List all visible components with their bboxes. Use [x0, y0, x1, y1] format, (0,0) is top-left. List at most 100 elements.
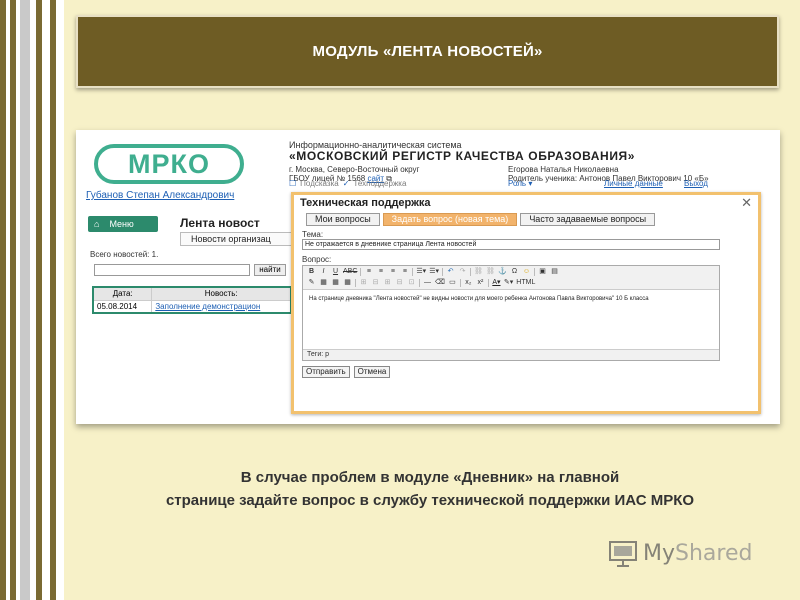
highlight-icon[interactable]: ✎▾	[504, 278, 513, 287]
logout-label: Выход	[684, 179, 708, 188]
logout-link[interactable]: Выход	[684, 179, 708, 188]
align-center-icon[interactable]: ≡	[376, 267, 385, 276]
row-props-icon[interactable]: ▦	[331, 278, 340, 287]
code-icon[interactable]: ▭	[448, 278, 457, 287]
html-source-icon[interactable]: HTML	[516, 278, 535, 287]
merge-cells-icon[interactable]: ⊡	[407, 278, 416, 287]
dialog-buttons: Отправить Отмена	[302, 366, 391, 378]
tab-faq[interactable]: Часто задаваемые вопросы	[520, 213, 656, 226]
redo-icon[interactable]: ↷	[458, 267, 467, 276]
caption-line: В случае проблем в модуле «Дневник» на г…	[240, 469, 620, 486]
role-label: Роль	[508, 179, 527, 188]
total-news-count: Всего новостей: 1.	[90, 250, 159, 259]
strikethrough-icon[interactable]: ABC	[343, 267, 357, 276]
news-search-input[interactable]	[94, 264, 250, 276]
edit-icon[interactable]: ✎	[307, 278, 316, 287]
delete-row-icon[interactable]: ⊟	[371, 278, 380, 287]
question-editor[interactable]: B I U ABC ≡ ≡ ≡ ≡ ☰▾ ☰▾ ↶ ↷ ⛓ ⛓ ⚓ Ω ☺ ▣ …	[302, 265, 720, 361]
subscript-icon[interactable]: x₂	[464, 278, 473, 287]
watermark-shared: Shared	[675, 540, 753, 566]
link-icon[interactable]: ⛓	[474, 267, 483, 276]
table-icon[interactable]: ▦	[319, 278, 328, 287]
question-label: Вопрос:	[302, 255, 332, 264]
menu-button[interactable]: ⌂ Меню	[88, 216, 158, 232]
support-link[interactable]: Техподдержка	[353, 179, 406, 188]
toolbar-divider	[442, 267, 443, 276]
toolbar-divider	[412, 267, 414, 276]
align-justify-icon[interactable]: ≡	[400, 267, 409, 276]
page-title: Лента новост	[180, 216, 260, 230]
menu-label: Меню	[109, 219, 134, 229]
bullet-list-icon[interactable]: ☰▾	[416, 267, 426, 276]
numbered-list-icon[interactable]: ☰▾	[429, 267, 439, 276]
unlink-icon[interactable]: ⛓	[486, 267, 495, 276]
news-table: Дата: Новость: 05.08.2014 Заполнение дем…	[92, 286, 292, 314]
toolbar-divider	[487, 278, 489, 287]
editor-toolbar: B I U ABC ≡ ≡ ≡ ≡ ☰▾ ☰▾ ↶ ↷ ⛓ ⛓ ⚓ Ω ☺ ▣ …	[303, 266, 719, 290]
align-left-icon[interactable]: ≡	[364, 267, 373, 276]
support-dialog: Техническая поддержка ✕ Мои вопросы Зада…	[291, 192, 761, 414]
help-icon: ☐	[289, 179, 297, 188]
media-icon[interactable]: ▤	[550, 267, 559, 276]
insert-row-icon[interactable]: ⊞	[359, 278, 368, 287]
watermark-text: MyShared	[643, 541, 752, 566]
home-icon: ⌂	[94, 219, 100, 229]
submit-button[interactable]: Отправить	[302, 366, 350, 378]
question-text: На странице дневника "Лента новостей" не…	[309, 296, 649, 302]
help-links: ☐ Подсказка ✓ Техподдержка	[289, 179, 406, 188]
toolbar-divider	[470, 267, 471, 276]
special-char-icon[interactable]: Ω	[510, 267, 519, 276]
location-text: г. Москва, Северо-Восточный округ	[289, 165, 420, 174]
close-icon[interactable]: ✕	[741, 195, 752, 211]
app-screenshot: МРКО Информационно-аналитическая система…	[76, 130, 780, 424]
table-header-row: Дата: Новость:	[92, 286, 292, 301]
help-link[interactable]: Подсказка	[300, 179, 339, 188]
logo-text: МРКО	[128, 148, 210, 179]
toolbar-divider	[360, 267, 362, 276]
align-right-icon[interactable]: ≡	[388, 267, 397, 276]
bold-icon[interactable]: B	[307, 267, 316, 276]
slide-caption: В случае проблем в модуле «Дневник» на г…	[100, 466, 760, 512]
dialog-tabs: Мои вопросы Задать вопрос (новая тема) Ч…	[306, 213, 656, 226]
role-select[interactable]: Роль ▾	[508, 179, 532, 188]
row-news-link[interactable]: Заполнение демонстрацион	[151, 299, 292, 314]
toolbar-divider	[534, 267, 535, 276]
tab-my-questions[interactable]: Мои вопросы	[306, 213, 380, 226]
toolbar-divider	[459, 278, 461, 287]
insert-col-icon[interactable]: ⊞	[383, 278, 392, 287]
table-row[interactable]: 05.08.2014 Заполнение демонстрацион	[92, 299, 292, 314]
find-button[interactable]: найти	[254, 264, 286, 276]
mrko-logo[interactable]: МРКО	[94, 144, 244, 184]
toolbar-divider	[419, 278, 420, 287]
column-date: Дата:	[92, 286, 153, 301]
image-icon[interactable]: ▣	[538, 267, 547, 276]
toolbar-row: ✎ ▦ ▦ ▦ ⊞ ⊟ ⊞ ⊟ ⊡ — ⌫ ▭ x₂ x² A▾ ✎▾ HTML	[303, 277, 719, 288]
personal-data-label: Личные данные	[604, 179, 663, 188]
cell-props-icon[interactable]: ▦	[343, 278, 352, 287]
tab-ask-question[interactable]: Задать вопрос (новая тема)	[382, 213, 518, 226]
tab-organization-news[interactable]: Новости организац	[180, 232, 295, 246]
decor-stripe	[50, 0, 56, 600]
toolbar-divider	[355, 278, 356, 287]
undo-icon[interactable]: ↶	[446, 267, 455, 276]
support-icon: ✓	[342, 179, 350, 188]
topic-input[interactable]: Не отражается в дневнике страница Лента …	[302, 239, 720, 250]
topic-label: Тема:	[302, 230, 324, 239]
emoticon-icon[interactable]: ☺	[522, 267, 531, 276]
decor-stripe	[20, 0, 30, 600]
delete-col-icon[interactable]: ⊟	[395, 278, 404, 287]
superscript-icon[interactable]: x²	[476, 278, 485, 287]
anchor-icon[interactable]: ⚓	[498, 267, 507, 276]
personal-data-link[interactable]: Личные данные	[604, 179, 663, 188]
italic-icon[interactable]: I	[319, 267, 328, 276]
left-decoration	[0, 0, 64, 600]
student-name-link[interactable]: Губанов Степан Александрович	[86, 190, 234, 201]
underline-icon[interactable]: U	[331, 267, 340, 276]
myshared-watermark: MyShared	[608, 538, 752, 568]
eraser-icon[interactable]: ⌫	[435, 278, 445, 287]
hr-icon[interactable]: —	[423, 278, 432, 287]
text-color-icon[interactable]: A▾	[492, 278, 501, 287]
dialog-title: Техническая поддержка	[300, 197, 431, 209]
editor-status-bar: Теги: p	[303, 349, 719, 360]
cancel-button[interactable]: Отмена	[353, 366, 391, 378]
